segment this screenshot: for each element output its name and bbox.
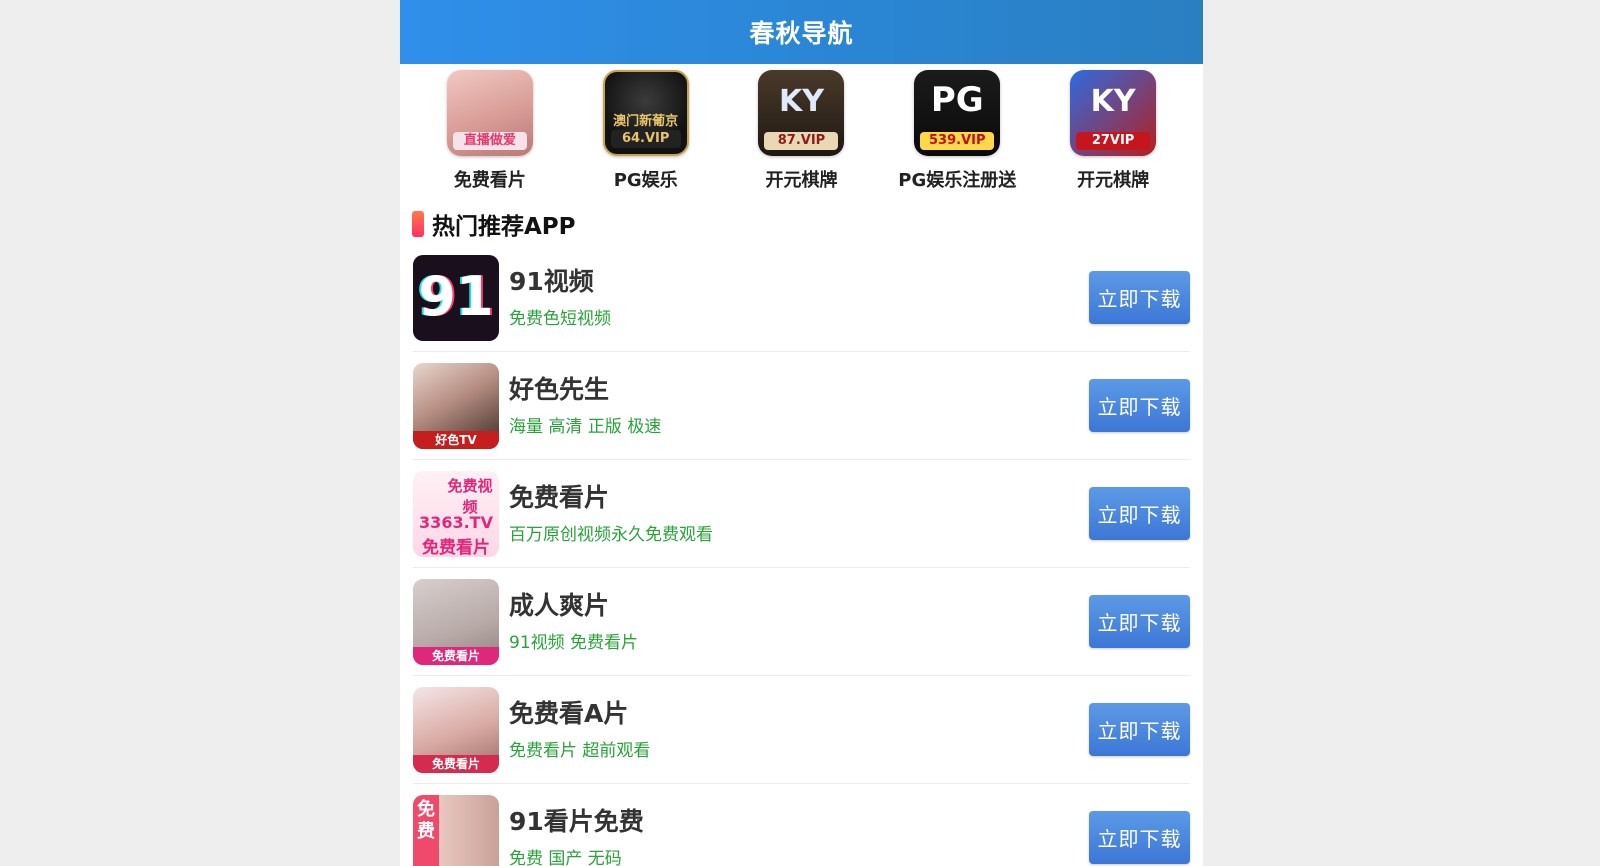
app-name[interactable]: 免费看片 <box>509 482 1089 514</box>
app-icon-tag: 免费看片 <box>413 646 499 665</box>
quick-icon-badge: 64.VIP <box>610 130 681 148</box>
quick-icon-mark: PG <box>930 80 984 120</box>
quick-icon-mark: KY <box>1090 84 1136 119</box>
app-91-free-icon[interactable]: 免费 <box>413 794 499 866</box>
section-title: 热门推荐APP <box>432 214 576 240</box>
app-text: 成人爽片 91视频 免费看片 <box>509 590 1089 653</box>
app-icon-text: 3363.TV <box>419 512 493 532</box>
app-text: 免费看片 百万原创视频永久免费观看 <box>509 482 1089 545</box>
section-accent-bar <box>412 211 424 237</box>
quick-link-label: PG娱乐注册送 <box>898 170 1017 191</box>
ky-logo-icon: KY 27VIP <box>1070 70 1157 156</box>
app-name[interactable]: 成人爽片 <box>509 590 1089 622</box>
app-icon-text: 91 <box>418 264 494 328</box>
quick-link-ky-cards[interactable]: KY 87.VIP 开元棋牌 <box>724 70 880 196</box>
app-description: 91视频 免费看片 <box>509 633 639 653</box>
casino-logo-icon: 澳门新葡京 64.VIP <box>602 70 689 156</box>
list-item: 免费看片 成人爽片 91视频 免费看片 立即下载 <box>413 568 1190 676</box>
quick-link-label: 开元棋牌 <box>1077 170 1150 191</box>
quick-link-label: 免费看片 <box>453 170 526 191</box>
quick-link-free-videos[interactable]: 直播做爱 免费看片 <box>412 70 568 196</box>
quick-link-ky-cards-2[interactable]: KY 27VIP 开元棋牌 <box>1035 70 1191 196</box>
download-button[interactable]: 立即下载 <box>1089 703 1190 756</box>
download-button[interactable]: 立即下载 <box>1089 595 1190 648</box>
quick-icon-badge: 539.VIP <box>920 132 995 150</box>
app-icon-text: 免费视频 <box>447 476 493 516</box>
app-name[interactable]: 好色先生 <box>509 374 1089 406</box>
download-button[interactable]: 立即下载 <box>1089 379 1190 432</box>
app-description: 免费 国产 无码 <box>509 849 622 866</box>
list-item: 好色TV 好色先生 海量 高清 正版 极速 立即下载 <box>413 352 1190 460</box>
app-name[interactable]: 91视频 <box>509 266 1089 298</box>
quick-icon-badge: 直播做爱 <box>452 132 527 150</box>
download-button[interactable]: 立即下载 <box>1089 271 1190 324</box>
app-adult-clips-icon[interactable]: 免费看片 <box>413 578 499 665</box>
app-free-a-movies-icon[interactable]: 免费看片 <box>413 686 499 773</box>
pg-logo-icon: PG 539.VIP <box>914 70 1001 156</box>
app-icon-tag: 免费看片 <box>413 754 499 773</box>
page: 春秋导航 直播做爱 免费看片 澳门新葡京 64.VIP PG娱乐 KY 87.V… <box>400 0 1203 866</box>
app-text: 91视频 免费色短视频 <box>509 266 1089 329</box>
app-text: 免费看A片 免费看片 超前观看 <box>509 698 1089 761</box>
list-item: 91 91视频 免费色短视频 立即下载 <box>413 244 1190 352</box>
header-bar: 春秋导航 <box>400 0 1203 64</box>
quick-link-pg-register[interactable]: PG 539.VIP PG娱乐注册送 <box>879 70 1035 196</box>
app-icon-text: 免费 <box>417 798 435 842</box>
app-icon-tag: 好色TV <box>413 430 499 449</box>
quick-icon-mark: KY <box>778 84 824 119</box>
app-text: 好色先生 海量 高清 正版 极速 <box>509 374 1089 437</box>
app-description: 免费色短视频 <box>509 309 611 329</box>
app-list: 91 91视频 免费色短视频 立即下载 好色TV 好色先生 海量 高清 正版 极… <box>400 244 1203 866</box>
app-icon-text: 免费看片 <box>422 537 490 557</box>
quick-icon-mark: 澳门新葡京 <box>613 114 679 129</box>
quick-link-label: PG娱乐 <box>613 170 678 191</box>
app-91-video-icon[interactable]: 91 <box>413 254 499 341</box>
app-description: 免费看片 超前观看 <box>509 741 651 761</box>
app-description: 海量 高清 正版 极速 <box>509 417 662 437</box>
app-free-videos-icon[interactable]: 免费视频 3363.TV 免费看片 <box>413 470 499 557</box>
video-thumbnail-icon: 直播做爱 <box>446 70 533 156</box>
list-item: 免费看片 免费看A片 免费看片 超前观看 立即下载 <box>413 676 1190 784</box>
download-button[interactable]: 立即下载 <box>1089 487 1190 540</box>
quick-icon-badge: 27VIP <box>1076 132 1151 150</box>
list-item: 免费视频 3363.TV 免费看片 免费看片 百万原创视频永久免费观看 立即下载 <box>413 460 1190 568</box>
app-text: 91看片免费 免费 国产 无码 <box>509 806 1089 866</box>
quick-link-pg-entertainment[interactable]: 澳门新葡京 64.VIP PG娱乐 <box>568 70 724 196</box>
app-name[interactable]: 91看片免费 <box>509 806 1089 838</box>
app-haose-icon[interactable]: 好色TV <box>413 362 499 449</box>
download-button[interactable]: 立即下载 <box>1089 811 1190 864</box>
app-description: 百万原创视频永久免费观看 <box>509 525 713 545</box>
quick-link-label: 开元棋牌 <box>765 170 838 191</box>
ky-cards-icon: KY 87.VIP <box>758 70 845 156</box>
quick-icon-badge: 87.VIP <box>764 132 839 150</box>
app-name[interactable]: 免费看A片 <box>509 698 1089 730</box>
list-item: 免费 91看片免费 免费 国产 无码 立即下载 <box>413 784 1190 866</box>
section-header: 热门推荐APP <box>400 204 1203 244</box>
page-title: 春秋导航 <box>749 19 854 48</box>
quick-links-row: 直播做爱 免费看片 澳门新葡京 64.VIP PG娱乐 KY 87.VIP 开元… <box>400 64 1203 196</box>
